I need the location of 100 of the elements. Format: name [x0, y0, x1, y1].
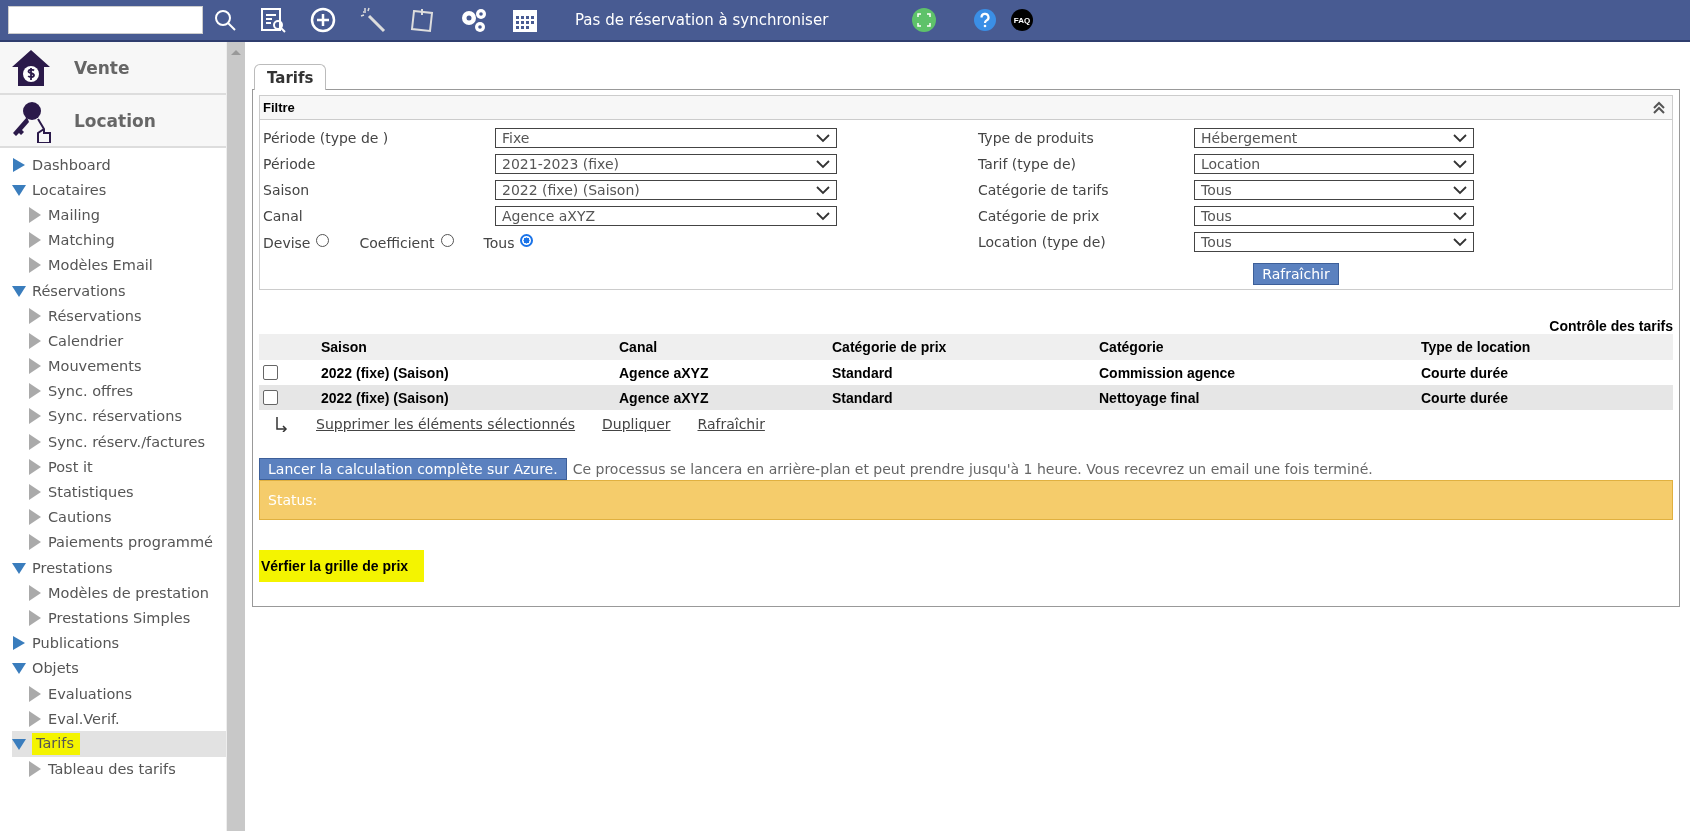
table-cell-text: Agence aXYZ — [619, 389, 710, 406]
table-cell-text: Agence aXYZ — [619, 364, 710, 381]
row-checkbox[interactable] — [263, 365, 278, 380]
sidebar-item[interactable]: Prestations — [12, 555, 226, 581]
column-header: Saison — [321, 339, 368, 355]
sidebar-item[interactable]: Dashboard — [12, 152, 226, 178]
triangle-icon[interactable] — [12, 636, 26, 651]
triangle-icon — [28, 383, 42, 400]
sidebar-subitem[interactable]: Sync. réserv./factures — [12, 429, 226, 455]
return-arrow-icon — [275, 416, 289, 432]
triangle-icon — [28, 433, 42, 450]
refresh-button[interactable]: Rafraîchir — [1253, 263, 1339, 285]
add-icon[interactable] — [309, 6, 337, 34]
triangle-icon[interactable] — [12, 736, 26, 751]
process-note: Ce processus se lancera en arrière-plan et peut prendre jusqu'à 1 heure. Vous recevrez un email une fois terminé. — [572, 461, 1373, 477]
triangle-icon — [28, 761, 42, 778]
chevron-down-icon[interactable] — [816, 185, 830, 195]
tab[interactable]: Tarifs — [254, 64, 327, 90]
fullscreen-icon[interactable] — [911, 7, 937, 33]
chevron-down-icon[interactable] — [1453, 237, 1467, 247]
sidebar-item[interactable]: Locataires — [12, 177, 226, 203]
dropdown[interactable]: Fixe — [495, 128, 837, 148]
column-header: Catégorie — [1099, 339, 1165, 355]
radio-button[interactable] — [520, 233, 534, 247]
table-cell-text: 2022 (fixe) (Saison) — [321, 389, 450, 406]
chevron-down-icon[interactable] — [1453, 211, 1467, 221]
settings-icon[interactable] — [459, 6, 489, 34]
sidebar-subitem[interactable]: Modèles Email — [12, 252, 226, 278]
dropdown[interactable]: 2022 (fixe) (Saison) — [495, 180, 837, 200]
chevron-down-icon[interactable] — [1453, 185, 1467, 195]
faq-button[interactable]: FAQ — [1011, 9, 1033, 31]
field-label: Saison — [263, 182, 311, 198]
triangle-icon[interactable] — [12, 560, 26, 575]
sidebar-subitem[interactable]: Réservations — [12, 303, 226, 329]
dropdown[interactable]: Hébergement — [1194, 128, 1474, 148]
sidebar-subitem[interactable]: Sync. offres — [12, 378, 226, 404]
module-item[interactable]: Vente — [0, 42, 226, 95]
triangle-icon[interactable] — [12, 661, 26, 676]
triangle-icon[interactable] — [12, 182, 26, 197]
module-item[interactable]: Location — [0, 95, 226, 148]
triangle-icon — [28, 484, 42, 501]
sidebar-subitem[interactable]: Mouvements — [12, 353, 226, 379]
chevron-down-icon[interactable] — [816, 133, 830, 143]
triangle-icon — [28, 458, 42, 475]
sidebar-subitem[interactable]: Paiements programmé — [12, 529, 226, 555]
chevron-down-icon[interactable] — [816, 211, 830, 221]
sidebar-subitem[interactable]: Matching — [12, 227, 226, 253]
triangle-icon — [28, 685, 42, 702]
sidebar-subitem[interactable]: Evaluations — [12, 680, 226, 707]
azure-calculation-button[interactable]: Lancer la calculation complète sur Azure. — [259, 458, 567, 480]
search-field[interactable] — [8, 6, 203, 34]
triangle-icon — [28, 332, 42, 349]
sidebar-subitem[interactable]: Prestations Simples — [12, 605, 226, 631]
chevron-icon[interactable] — [1652, 100, 1666, 115]
table-cell-text: Courte durée — [1421, 364, 1510, 381]
sidebar-subitem[interactable]: Post it — [12, 454, 226, 480]
search-icon[interactable] — [213, 8, 237, 32]
sidebar-item[interactable]: Réservations — [12, 277, 226, 304]
sidebar-subitem[interactable]: Sync. réservations — [12, 403, 226, 430]
help-icon[interactable] — [973, 8, 997, 32]
sidebar-subitem[interactable]: Calendrier — [12, 328, 226, 354]
chevron-down-icon[interactable] — [1453, 159, 1467, 169]
sidebar-subitem[interactable]: Modèles de prestation — [12, 580, 226, 606]
chevron-down-icon[interactable] — [1453, 133, 1467, 143]
filter-title: Filtre — [263, 100, 295, 115]
sidebar-subitem[interactable]: Statistiques — [12, 479, 226, 505]
dropdown[interactable]: Tous — [1194, 180, 1474, 200]
table-cell-text: 2022 (fixe) (Saison) — [321, 364, 450, 381]
action-link[interactable]: Rafraîchir — [697, 416, 765, 432]
column-header: Catégorie de prix — [832, 339, 948, 355]
sidebar-subitem[interactable]: Tableau des tarifs — [12, 756, 226, 782]
sidebar-item[interactable]: Publications — [12, 630, 226, 656]
triangle-icon[interactable] — [12, 283, 26, 298]
row-checkbox[interactable] — [263, 390, 278, 405]
sidebar-subitem[interactable]: Mailing — [12, 202, 226, 228]
sidebar-subitem[interactable]: Eval.Verif. — [12, 706, 226, 732]
triangle-icon[interactable] — [12, 157, 26, 172]
dropdown[interactable]: Tous — [1194, 232, 1474, 252]
verify-price-grid-link[interactable]: Vérfier la grille de prix — [259, 550, 425, 582]
scrollbar[interactable] — [226, 42, 245, 831]
action-link[interactable]: Dupliquer — [602, 416, 671, 432]
sidebar-item[interactable]: Objets — [12, 655, 226, 681]
sidebar-item[interactable]: Tarifs — [12, 731, 226, 757]
document-search-icon[interactable] — [259, 6, 287, 34]
chevron-down-icon[interactable] — [816, 159, 830, 169]
triangle-icon — [28, 609, 42, 626]
triangle-icon — [28, 408, 42, 425]
dropdown[interactable]: 2021-2023 (fixe) — [495, 154, 837, 174]
field-label: Catégorie de prix — [978, 208, 1101, 224]
dropdown[interactable]: Location — [1194, 154, 1474, 174]
magic-wand-icon[interactable] — [359, 6, 387, 34]
table-cell-text: Standard — [832, 389, 894, 406]
radio-label: Coefficient — [359, 235, 435, 251]
sidebar-subitem[interactable]: Cautions — [12, 504, 226, 530]
action-link[interactable]: Supprimer les éléments sélectionnés — [316, 416, 576, 432]
dropdown[interactable]: Agence aXYZ — [495, 206, 837, 226]
column-header: Type de location — [1421, 339, 1532, 355]
radio-label: Devise — [263, 235, 311, 251]
triangle-icon — [28, 206, 42, 223]
dropdown[interactable]: Tous — [1194, 206, 1474, 226]
